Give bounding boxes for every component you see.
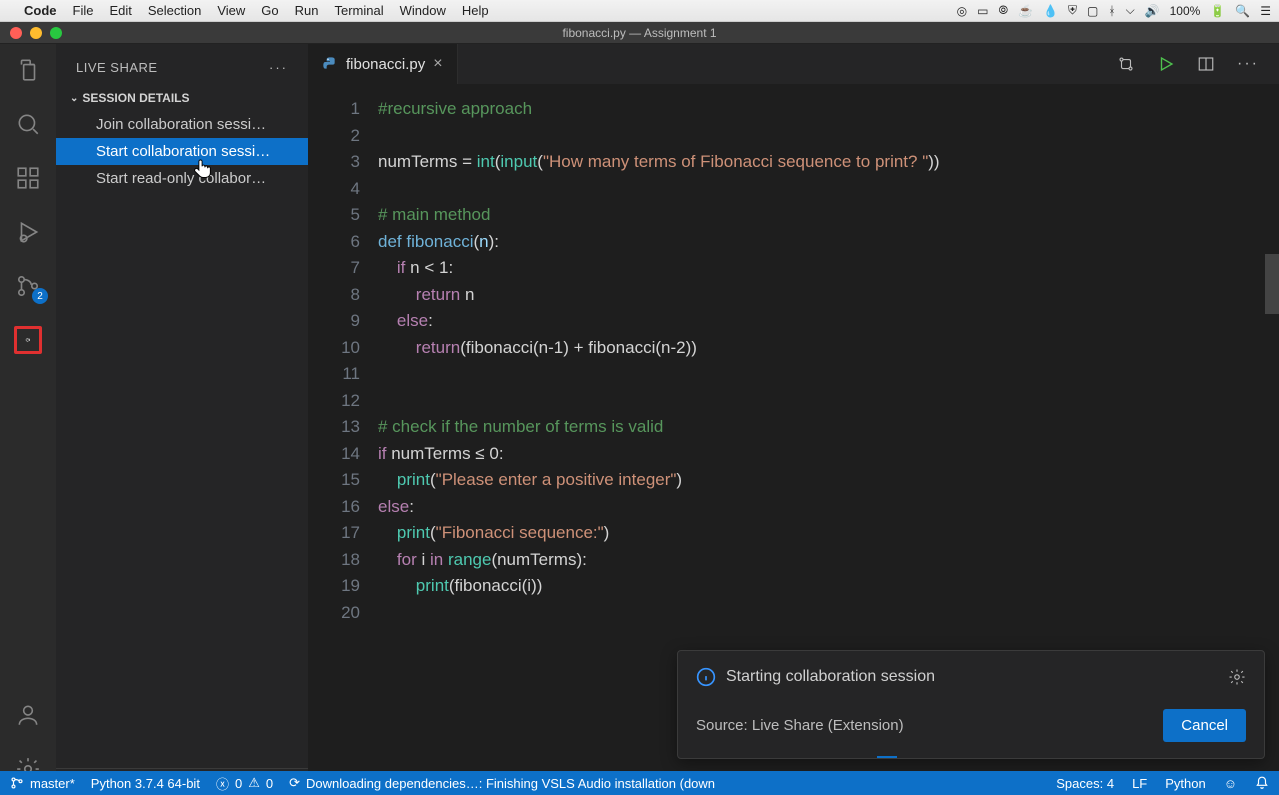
notification-toast: Starting collaboration session Source: L… [677,650,1265,759]
notification-source: Source: Live Share (Extension) [696,717,904,734]
join-session-item[interactable]: Join collaboration sessi… [56,111,308,138]
macos-menu-bar: Code File Edit Selection View Go Run Ter… [0,0,1279,22]
chevron-down-icon: ⌄ [70,93,78,104]
notifications-bell-icon[interactable] [1255,776,1269,791]
menu-edit[interactable]: Edit [109,3,131,18]
status-control-icon[interactable]: ☰ [1260,4,1271,18]
start-session-item[interactable]: Start collaboration sessi… [56,138,308,165]
live-share-icon[interactable] [14,326,42,354]
minimap[interactable] [1265,124,1279,524]
status-volume-icon[interactable]: 🔊 [1145,4,1160,18]
macos-status-icons: ◎ ▭ ⦾ ☕ 💧 ⛨ ▢ ᚼ ⌵ 🔊 100% 🔋 🔍 ☰ [957,3,1271,18]
editor-area: fibonacci.py × ··· 123456789101112131415… [308,44,1279,795]
menu-go[interactable]: Go [261,3,278,18]
window-minimize-button[interactable] [30,27,42,39]
tab-bar: fibonacci.py × ··· [308,44,1279,84]
status-bluetooth-icon[interactable]: ᚼ [1108,4,1115,18]
indentation-status[interactable]: Spaces: 4 [1056,776,1114,791]
session-details-header[interactable]: ⌄ SESSION DETAILS [56,85,308,111]
error-icon: ⓧ [216,774,229,793]
menu-view[interactable]: View [217,3,245,18]
source-control-icon[interactable]: 2 [14,272,42,300]
section-title-label: SESSION DETAILS [82,91,189,105]
tab-filename: fibonacci.py [346,56,425,73]
split-editor-icon[interactable] [1197,55,1215,73]
status-shield-icon[interactable]: ⛨ [1068,3,1077,18]
background-task-status[interactable]: ⟳ Downloading dependencies…: Finishing V… [289,775,715,791]
compare-changes-icon[interactable] [1117,55,1135,73]
notification-gear-icon[interactable] [1228,668,1246,686]
menu-window[interactable]: Window [400,3,446,18]
language-mode-status[interactable]: Python [1165,776,1205,791]
status-globe-icon[interactable]: ⦾ [998,3,1008,18]
search-icon[interactable] [14,110,42,138]
status-wifi-icon[interactable]: ⌵ [1126,3,1135,18]
extensions-icon[interactable] [14,164,42,192]
status-drop-icon[interactable]: 💧 [1043,4,1058,18]
accounts-icon[interactable] [14,701,42,729]
task-text: Downloading dependencies…: Finishing VSL… [306,776,715,791]
warning-icon: ⚠ [248,775,260,791]
live-share-panel: LIVE SHARE ··· ⌄ SESSION DETAILS Join co… [56,44,308,795]
feedback-icon[interactable]: ☺ [1224,776,1237,791]
python-file-icon [322,56,338,72]
cancel-button[interactable]: Cancel [1163,709,1246,742]
editor-more-icon[interactable]: ··· [1237,55,1259,73]
panel-title: LIVE SHARE [76,60,158,75]
menu-run[interactable]: Run [295,3,319,18]
info-icon [696,667,716,687]
status-bar: master* Python 3.7.4 64-bit ⓧ0 ⚠0 ⟳ Down… [0,771,1279,795]
notification-title: Starting collaboration session [726,668,935,686]
status-search-icon[interactable]: 🔍 [1235,4,1250,18]
menu-selection[interactable]: Selection [148,3,201,18]
menu-file[interactable]: File [73,3,94,18]
tab-close-icon[interactable]: × [433,55,442,73]
scm-badge: 2 [32,288,48,304]
window-maximize-button[interactable] [50,27,62,39]
window-title-bar: fibonacci.py — Assignment 1 [0,22,1279,44]
problems-status[interactable]: ⓧ0 ⚠0 [216,774,273,793]
menu-help[interactable]: Help [462,3,489,18]
app-name-menu[interactable]: Code [24,3,57,18]
tab-fibonacci[interactable]: fibonacci.py × [308,44,458,84]
status-display-icon[interactable]: ▢ [1087,4,1098,18]
branch-name: master* [30,776,75,791]
sync-icon: ⟳ [289,775,300,791]
run-debug-icon[interactable] [14,218,42,246]
run-file-icon[interactable] [1157,55,1175,73]
window-close-button[interactable] [10,27,22,39]
notification-progress [678,756,1264,758]
status-box-icon[interactable]: ▭ [977,4,988,18]
menu-terminal[interactable]: Terminal [335,3,384,18]
status-cup-icon[interactable]: ☕ [1018,4,1033,18]
python-interpreter-status[interactable]: Python 3.7.4 64-bit [91,776,200,791]
activity-bar: 2 [0,44,56,795]
window-title: fibonacci.py — Assignment 1 [562,26,716,40]
status-battery-icon[interactable]: 🔋 [1210,4,1225,18]
explorer-icon[interactable] [14,56,42,84]
eol-status[interactable]: LF [1132,776,1147,791]
line-gutter: 1234567891011121314151617181920 [308,84,378,795]
status-battery-text[interactable]: 100% [1170,4,1201,18]
start-readonly-item[interactable]: Start read-only collabor… [56,165,308,192]
git-branch-status[interactable]: master* [10,776,75,791]
panel-more-icon[interactable]: ··· [269,60,288,75]
status-circle-icon[interactable]: ◎ [957,4,967,18]
